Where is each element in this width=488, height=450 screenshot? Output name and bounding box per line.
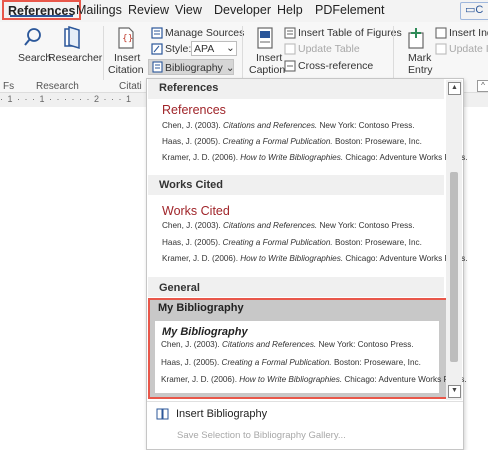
svg-text:{}: {}: [122, 34, 133, 44]
scroll-down-arrow-icon[interactable]: ▼: [448, 385, 461, 398]
insert-bibliography-label: Insert Bibliography: [176, 408, 268, 420]
share-button[interactable]: ▭C: [460, 2, 488, 20]
bibliography-label: Bibliography ⌄: [165, 62, 235, 74]
insert-citation-line1[interactable]: Insert: [114, 52, 140, 64]
group-label-citations: Citati: [119, 81, 142, 92]
tab-view[interactable]: View: [175, 3, 202, 17]
gallery-item-works-cited[interactable]: Works Cited Chen, J. (2003). Citations a…: [148, 195, 468, 265]
share-label: C: [475, 4, 484, 16]
group-label-fs: Fs: [3, 81, 15, 92]
style-dropdown[interactable]: APA ⌄: [191, 41, 237, 56]
style-value: APA: [194, 43, 215, 55]
scroll-up-arrow-icon[interactable]: ▲: [448, 82, 461, 95]
insert-citation-icon[interactable]: {}: [117, 27, 135, 52]
reference-line: Chen, J. (2003). Citations and Reference…: [162, 221, 415, 230]
section-label-general: General: [159, 282, 200, 294]
researcher-icon[interactable]: [61, 25, 83, 53]
researcher-button[interactable]: Researcher: [48, 52, 102, 64]
manage-sources-button[interactable]: Manage Sources: [165, 27, 244, 39]
item-title: Works Cited: [162, 204, 230, 218]
ribbon-tab-bar: References Mailings Review View Develope…: [0, 0, 488, 22]
scroll-thumb[interactable]: [450, 172, 458, 362]
style-icon: [151, 43, 163, 58]
reference-line: Kramer, J. D. (2006). How to Write Bibli…: [162, 153, 468, 162]
mark-entry-icon[interactable]: [406, 27, 426, 52]
gallery-item-references[interactable]: References Chen, J. (2003). Citations an…: [148, 99, 468, 169]
insert-caption-line1[interactable]: Insert: [256, 52, 282, 64]
active-tab-underline: [10, 15, 74, 17]
save-selection-menu-item: Save Selection to Bibliography Gallery..…: [148, 427, 448, 445]
cross-reference-button[interactable]: Cross-reference: [298, 60, 373, 72]
insert-caption-icon[interactable]: [256, 27, 274, 52]
table-of-figures-icon: [284, 27, 296, 42]
comment-icon: ▭: [465, 4, 476, 16]
insert-index-button[interactable]: Insert Ind: [449, 27, 488, 39]
bibliography-button[interactable]: Bibliography ⌄: [148, 59, 235, 76]
reference-line: Haas, J. (2005). Creating a Formal Publi…: [162, 238, 422, 247]
tab-developer[interactable]: Developer: [214, 3, 271, 17]
collapse-ribbon-button[interactable]: ^: [477, 80, 488, 92]
save-selection-label: Save Selection to Bibliography Gallery..…: [177, 430, 346, 441]
insert-index-icon: [435, 27, 447, 42]
update-index-button: Update In: [449, 43, 488, 55]
section-label-works-cited: Works Cited: [159, 179, 223, 191]
bibliography-gallery: References References Chen, J. (2003). C…: [146, 78, 468, 450]
section-label-references: References: [159, 82, 219, 94]
bibliography-icon: [152, 61, 163, 76]
tab-review[interactable]: Review: [128, 3, 169, 17]
reference-line: Chen, J. (2003). Citations and Reference…: [162, 121, 415, 130]
tab-pdfelement[interactable]: PDFelement: [315, 3, 384, 17]
search-button[interactable]: Search: [18, 52, 51, 64]
search-icon[interactable]: [23, 27, 43, 52]
reference-line: Kramer, J. D. (2006). How to Write Bibli…: [162, 254, 468, 263]
selection-highlight-box: [148, 298, 450, 399]
ruler-markings: · 1 · · · 1 · · · · · · 2 · · · 1: [0, 94, 132, 104]
tab-references[interactable]: References: [2, 0, 82, 20]
chevron-down-icon: ⌄: [226, 42, 235, 54]
update-table-button: Update Table: [298, 43, 360, 55]
tab-help[interactable]: Help: [277, 3, 303, 17]
item-title: References: [162, 103, 226, 117]
insert-bibliography-menu-item[interactable]: Insert Bibliography: [148, 405, 448, 423]
mark-entry-line1[interactable]: Mark: [408, 52, 431, 64]
menu-divider: [147, 401, 463, 402]
update-table-icon: [284, 43, 296, 58]
update-index-icon: [435, 43, 447, 58]
group-label-research: Research: [36, 81, 79, 92]
mark-entry-line2[interactable]: Entry: [408, 64, 433, 76]
reference-line: Haas, J. (2005). Creating a Formal Publi…: [162, 137, 422, 146]
insert-bibliography-icon: [156, 407, 169, 423]
cross-reference-icon: [284, 60, 296, 75]
gallery-scrollbar[interactable]: ▲ ▼: [446, 80, 462, 400]
style-label: Style:: [165, 43, 192, 55]
manage-sources-icon: [151, 27, 163, 42]
tab-mailings[interactable]: Mailings: [76, 3, 122, 17]
insert-caption-line2[interactable]: Caption: [249, 64, 285, 76]
insert-table-of-figures-button[interactable]: Insert Table of Figures: [298, 27, 402, 39]
